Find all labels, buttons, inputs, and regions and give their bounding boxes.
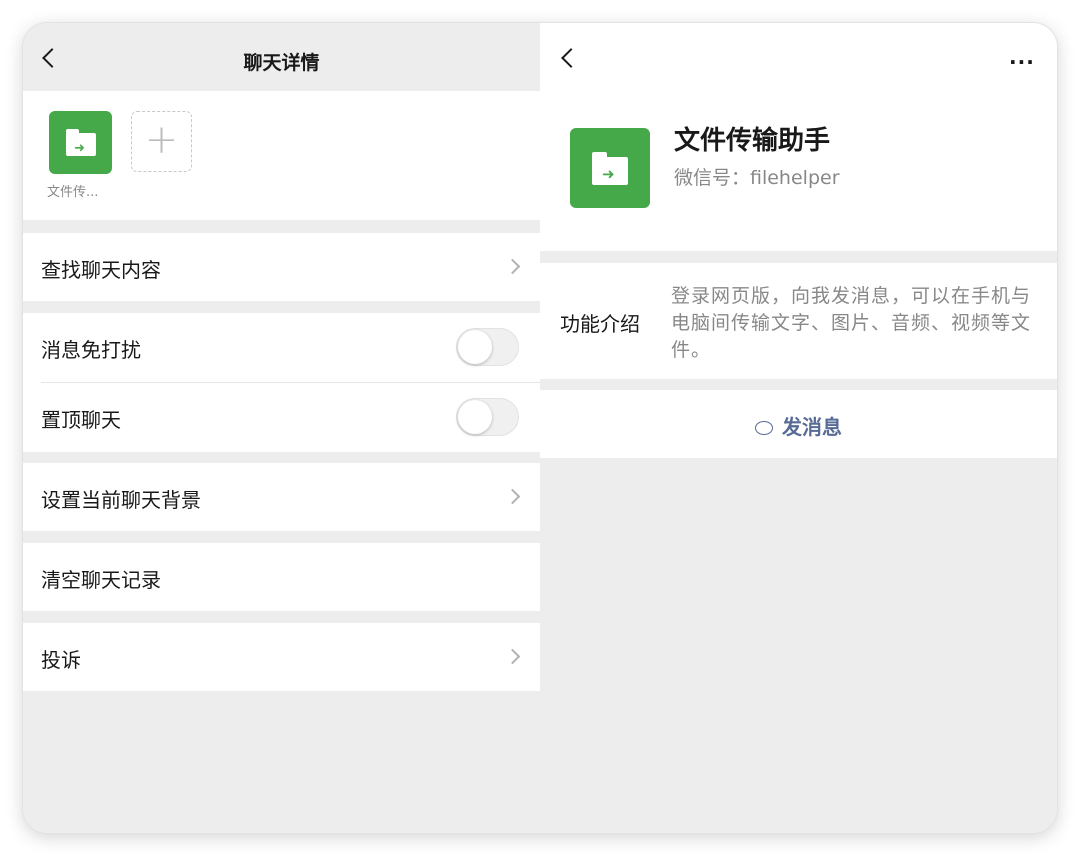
mute-notifications-label: 消息免打扰 bbox=[41, 338, 141, 362]
feature-intro-row: 功能介绍 登录网页版，向我发消息，可以在手机与电脑间传输文字、图片、音频、视频等… bbox=[540, 263, 1057, 379]
chat-bubble-icon bbox=[755, 421, 773, 435]
profile-avatar[interactable]: ➜ bbox=[570, 128, 650, 208]
chevron-right-icon bbox=[504, 258, 521, 275]
profile-card: ··· ➜ 文件传输助手 微信号：filehelper bbox=[540, 23, 1057, 251]
set-chat-background-label: 设置当前聊天背景 bbox=[41, 488, 201, 512]
chat-details-pane: 聊天详情 ➜ 文件传... + 查找聊天内容 消息免打扰 置顶聊天 设置当前聊天… bbox=[23, 23, 540, 833]
sticky-chat-label: 置顶聊天 bbox=[41, 408, 121, 432]
contact-name: 文件传输助手 bbox=[674, 126, 831, 156]
set-chat-background-row[interactable]: 设置当前聊天背景 bbox=[23, 463, 540, 531]
member-name: 文件传... bbox=[47, 185, 99, 200]
more-options-icon[interactable]: ··· bbox=[1009, 52, 1035, 72]
folder-icon: ➜ bbox=[592, 152, 628, 185]
contact-profile-pane: ··· ➜ 文件传输助手 微信号：filehelper 功能介绍 登录网页版，向… bbox=[540, 23, 1057, 833]
toggle-knob bbox=[458, 330, 492, 364]
page-title: 聊天详情 bbox=[243, 52, 320, 74]
send-message-content: 发消息 bbox=[540, 411, 1057, 440]
report-group: 投诉 bbox=[23, 623, 540, 691]
app-window: 聊天详情 ➜ 文件传... + 查找聊天内容 消息免打扰 置顶聊天 设置当前聊天… bbox=[23, 23, 1057, 833]
wechat-id: 微信号：filehelper bbox=[674, 167, 840, 189]
clear-group: 清空聊天记录 bbox=[23, 543, 540, 611]
search-chat-content-label: 查找聊天内容 bbox=[41, 258, 161, 282]
back-icon[interactable] bbox=[561, 48, 581, 68]
report-row[interactable]: 投诉 bbox=[23, 623, 540, 691]
chat-details-nav-bar: 聊天详情 bbox=[23, 23, 540, 91]
search-chat-content-row[interactable]: 查找聊天内容 bbox=[23, 233, 540, 301]
chevron-right-icon bbox=[504, 488, 521, 505]
mute-notifications-row: 消息免打扰 bbox=[23, 313, 540, 381]
sticky-chat-toggle[interactable] bbox=[456, 398, 519, 436]
folder-icon: ➜ bbox=[66, 129, 96, 156]
chevron-right-icon bbox=[504, 648, 521, 665]
report-label: 投诉 bbox=[41, 648, 81, 672]
settings-group: 消息免打扰 置顶聊天 bbox=[23, 313, 540, 452]
clear-chat-history-row[interactable]: 清空聊天记录 bbox=[23, 543, 540, 611]
file-helper-avatar[interactable]: ➜ bbox=[49, 111, 112, 174]
toggle-knob bbox=[458, 400, 492, 434]
feature-intro-label: 功能介绍 bbox=[560, 312, 640, 336]
background-group: 设置当前聊天背景 bbox=[23, 463, 540, 531]
search-group: 查找聊天内容 bbox=[23, 233, 540, 301]
clear-chat-history-label: 清空聊天记录 bbox=[41, 568, 161, 592]
send-message-button[interactable]: 发消息 bbox=[540, 390, 1057, 458]
send-message-label: 发消息 bbox=[782, 415, 842, 439]
feature-intro-text: 登录网页版，向我发消息，可以在手机与电脑间传输文字、图片、音频、视频等文件。 bbox=[671, 285, 1032, 361]
mute-notifications-toggle[interactable] bbox=[456, 328, 519, 366]
member-list: ➜ 文件传... + bbox=[23, 91, 540, 220]
add-member-button[interactable]: + bbox=[131, 111, 192, 172]
sticky-chat-row: 置顶聊天 bbox=[23, 383, 540, 451]
